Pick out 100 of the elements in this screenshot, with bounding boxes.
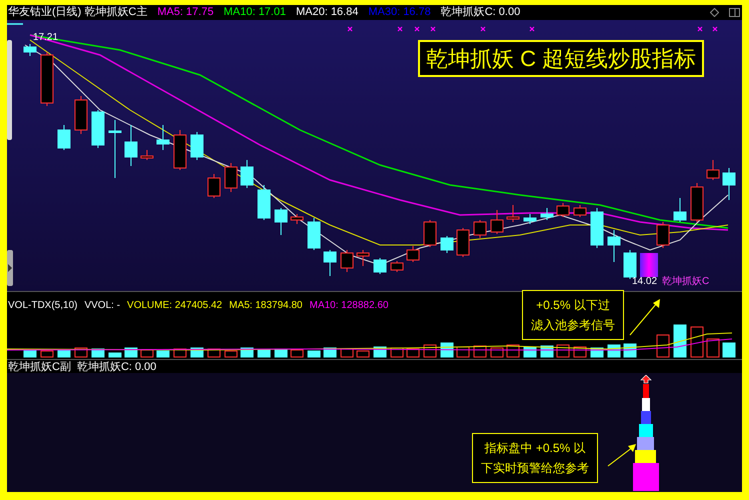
indicator-value: MA30: 16.78 [368,5,431,20]
pointer-arrow [629,298,661,336]
volume-indicator: VOL-TDX(5,10) [8,300,78,312]
candlestick [524,214,536,224]
candlestick [92,110,104,148]
annotation-box: 指标盘中 +0.5% 以 下实时预警给您参考 [472,433,598,483]
candlestick [574,204,586,218]
candlestick [208,174,220,198]
candlestick [608,230,620,262]
window-icon[interactable] [729,8,740,17]
title-banner: 乾坤抓妖 C 超短线炒股指标 [418,40,704,77]
volume-bar [656,334,670,358]
panel-tab-icon[interactable] [7,40,13,140]
candlestick [540,208,554,220]
candlestick [722,168,736,200]
volume-indicator: VOLUME: 247405.42 [127,300,222,312]
candlestick [590,208,604,248]
low-price-label: 14.02 [632,276,658,288]
volume-bar [208,348,220,358]
signal-marker-icon [697,26,703,32]
candlestick [124,124,138,166]
indicator-value: MA5: 17.75 [157,5,214,20]
candlestick [706,160,720,180]
candlestick [340,250,354,272]
volume-bar [108,352,122,358]
signal-bar [640,253,658,277]
candlestick [374,258,386,274]
candlestick [556,202,570,218]
volume-bar [390,348,404,358]
pointer-arrow [607,443,637,467]
candlestick [224,162,238,192]
candlestick [40,52,54,106]
volume-bar [92,348,104,358]
volume-bar [406,348,420,358]
annotation-box: +0.5% 以下过 滤入池参考信号 [522,290,624,340]
volume-bar [556,344,570,358]
candlestick [390,260,404,272]
diamond-icon[interactable] [710,8,719,17]
volume-bar [124,348,138,358]
volume-bar [40,350,54,358]
candlestick [190,132,204,160]
candlestick [456,228,470,258]
volume-bar [74,348,88,358]
sub-indicator-label: 乾坤抓妖C: 0.00 [76,360,156,373]
candlestick [440,236,454,254]
volume-bar [156,350,170,358]
volume-bar [456,346,470,358]
volume-bar [474,346,486,358]
volume-bar [140,350,154,358]
candlestick [258,184,270,220]
candlestick [24,44,36,56]
signal-marker-icon [529,26,535,32]
signal-marker-icon [430,26,436,32]
signal-marker-icon [347,26,353,32]
volume-bar [424,344,436,358]
volume-bar [722,342,736,358]
volume-bar [240,348,254,358]
candlestick [174,130,186,170]
candlestick [140,150,154,160]
crosshair-mark [7,23,23,25]
candlestick [58,124,70,150]
indicator-value: MA10: 17.01 [224,5,286,20]
indicator-value: MA20: 16.84 [296,5,358,20]
candlestick [240,160,254,188]
volume-indicator: MA5: 183794.80 [229,300,302,312]
candlestick [156,124,170,150]
volume-bar [706,338,720,358]
candlestick [490,210,504,234]
volume-indicator: MA10: 128882.60 [310,300,388,312]
candlestick [656,222,670,248]
volume-bar [690,326,704,358]
candlestick [690,182,704,222]
volume-bar [356,350,370,358]
candlestick [674,198,686,222]
candlestick [406,246,420,262]
volume-bar [506,344,520,358]
volume-bar [174,348,186,358]
candlestick [506,204,520,222]
volume-bar [308,350,320,358]
candlestick [108,120,122,178]
arrow-tab-icon[interactable] [7,250,13,286]
candlestick [290,214,304,224]
indicator-value: 乾坤抓妖C: 0.00 [440,5,520,20]
candlestick [356,250,370,266]
candlestick [474,220,486,238]
volume-bar [224,350,238,358]
volume-bar [274,348,288,358]
signal-marker-icon [397,26,403,32]
signal-label: 乾坤抓妖C [662,276,710,288]
signal-marker-icon [480,26,486,32]
volume-bar [258,350,270,358]
chart-title: 华友钴业(日线) 乾坤抓妖C主 [8,5,148,20]
candlestick [324,250,336,276]
candlestick [424,220,436,248]
signal-marker-icon [414,26,420,32]
volume-bar [490,348,504,358]
candlestick [274,208,288,236]
candlestick [74,96,88,134]
volume-bar [574,346,586,358]
signal-marker-icon [712,26,718,32]
